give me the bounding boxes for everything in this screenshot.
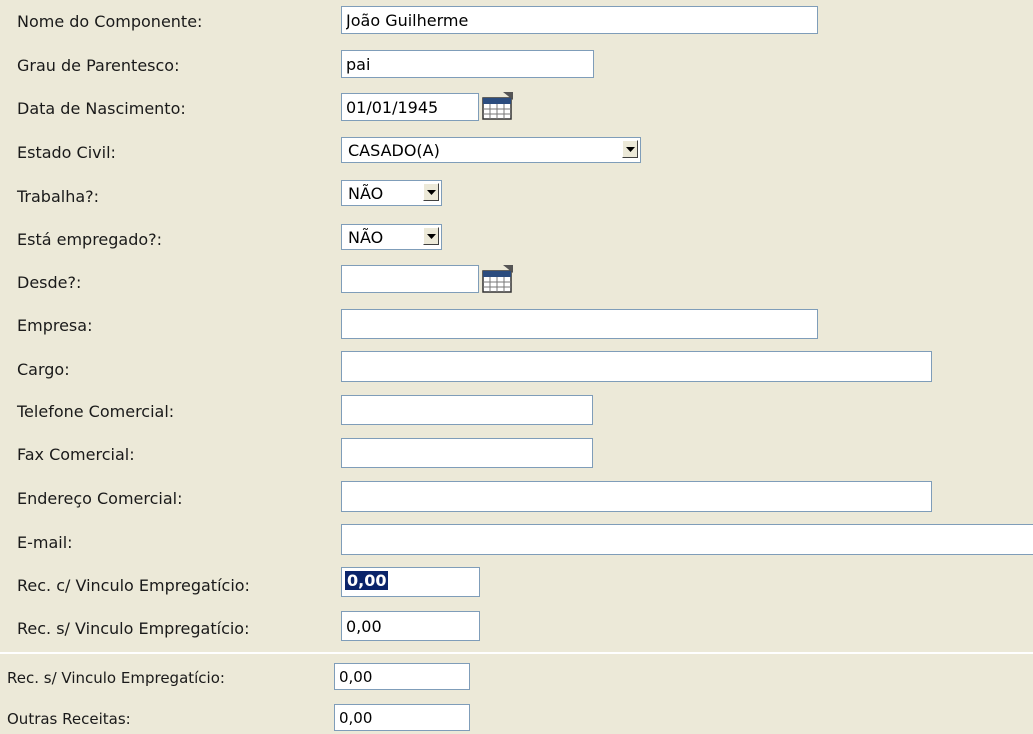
grau-parentesco-input[interactable] bbox=[341, 50, 594, 78]
endereco-comercial-input[interactable] bbox=[341, 481, 932, 512]
label-desde: Desde?: bbox=[17, 273, 82, 292]
label-fax-comercial: Fax Comercial: bbox=[17, 445, 135, 464]
label-data-nascimento: Data de Nascimento: bbox=[17, 99, 186, 118]
rec-sem-vinculo-input[interactable] bbox=[341, 611, 480, 641]
label-trabalha: Trabalha?: bbox=[17, 187, 100, 206]
label-esta-empregado: Está empregado?: bbox=[17, 230, 163, 249]
calendar-icon[interactable] bbox=[481, 90, 515, 120]
data-nascimento-input[interactable] bbox=[341, 93, 479, 121]
rec-sem-vinculo-lower-input[interactable] bbox=[334, 663, 470, 690]
label-endereco-comercial: Endereço Comercial: bbox=[17, 489, 183, 508]
label-rec-sem-vinculo: Rec. s/ Vinculo Empregatício: bbox=[17, 619, 250, 638]
trabalha-select[interactable]: NÃO bbox=[341, 180, 442, 206]
chevron-down-icon[interactable] bbox=[423, 227, 439, 245]
label-outras-receitas: Outras Receitas: bbox=[7, 710, 131, 728]
chevron-down-icon[interactable] bbox=[423, 183, 439, 201]
calendar-icon[interactable] bbox=[481, 263, 515, 293]
label-rec-sem-vinculo-lower: Rec. s/ Vinculo Empregatício: bbox=[7, 669, 225, 687]
label-grau-parentesco: Grau de Parentesco: bbox=[17, 56, 180, 75]
rec-com-vinculo-selected-text: 0,00 bbox=[345, 571, 389, 590]
label-email: E-mail: bbox=[17, 533, 73, 552]
rec-com-vinculo-input[interactable]: 0,00 bbox=[341, 567, 480, 597]
outras-receitas-input[interactable] bbox=[334, 704, 470, 731]
telefone-comercial-input[interactable] bbox=[341, 395, 593, 425]
cargo-input[interactable] bbox=[341, 351, 932, 382]
email-input[interactable] bbox=[341, 524, 1033, 555]
label-estado-civil: Estado Civil: bbox=[17, 143, 116, 162]
chevron-down-icon[interactable] bbox=[622, 140, 638, 158]
trabalha-value: NÃO bbox=[348, 184, 384, 203]
esta-empregado-select[interactable]: NÃO bbox=[341, 224, 442, 250]
label-nome-componente: Nome do Componente: bbox=[17, 12, 203, 31]
label-empresa: Empresa: bbox=[17, 316, 93, 335]
lower-form-panel: Rec. s/ Vinculo Empregatício: Outras Rec… bbox=[0, 652, 1033, 734]
nome-componente-input[interactable] bbox=[341, 6, 818, 34]
label-cargo: Cargo: bbox=[17, 360, 70, 379]
label-rec-com-vinculo: Rec. c/ Vinculo Empregatício: bbox=[17, 576, 250, 595]
estado-civil-select[interactable]: CASADO(A) bbox=[341, 137, 641, 163]
fax-comercial-input[interactable] bbox=[341, 438, 593, 468]
label-telefone-comercial: Telefone Comercial: bbox=[17, 402, 175, 421]
esta-empregado-value: NÃO bbox=[348, 228, 384, 247]
estado-civil-value: CASADO(A) bbox=[348, 141, 440, 160]
desde-input[interactable] bbox=[341, 265, 479, 293]
empresa-input[interactable] bbox=[341, 309, 818, 339]
